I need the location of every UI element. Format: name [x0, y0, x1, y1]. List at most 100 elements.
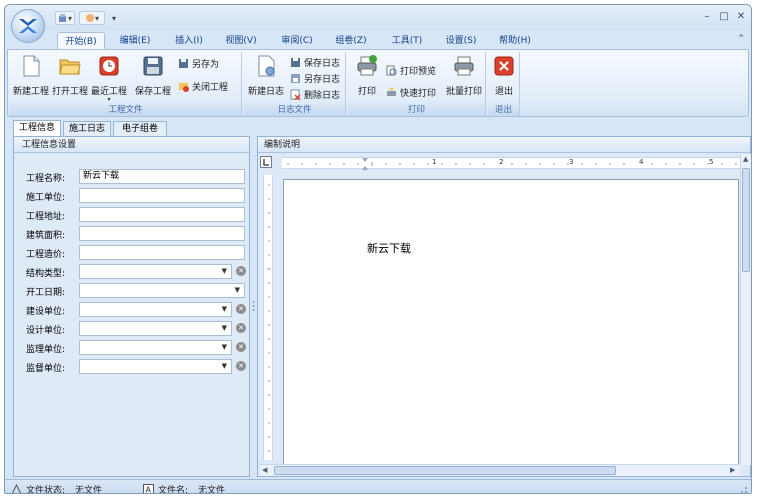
app-logo-icon	[19, 19, 37, 33]
file-status: 文件状态: 无文件	[11, 483, 102, 493]
chevron-down-icon: ▼	[221, 267, 227, 275]
save-log-icon	[291, 58, 300, 67]
hand-icon	[85, 14, 94, 22]
print-button[interactable]: 打印	[350, 53, 384, 97]
print-group-label: 打印	[348, 104, 485, 116]
tab-stop-icon	[263, 159, 269, 166]
structure-type-select[interactable]: ▼	[79, 264, 232, 279]
horizontal-ruler[interactable]: 1 2 3 4 5	[282, 157, 740, 170]
panel-splitter[interactable]	[251, 136, 256, 477]
folder-open-icon	[59, 59, 81, 75]
chevron-down-icon: ▼	[221, 343, 227, 351]
open-project-button[interactable]: 打开工程	[51, 53, 89, 97]
file-name: A 文件名: 无文件	[143, 483, 225, 493]
minimize-button[interactable]: –	[699, 10, 715, 24]
supervision-unit-select[interactable]: ▼	[79, 340, 232, 355]
save-project-button[interactable]: 保存工程	[134, 53, 172, 97]
field-row-developer: 建设单位: ▼ ✕	[22, 302, 246, 317]
field-row-start-date: 开工日期: ▼	[22, 283, 245, 298]
ruler-number: 2	[499, 158, 504, 166]
new-project-button[interactable]: 新建工程	[12, 53, 50, 97]
start-date-picker[interactable]: ▼	[79, 283, 245, 298]
construction-unit-input[interactable]	[79, 188, 245, 203]
tab-settings[interactable]: 设置(S)	[439, 32, 483, 50]
save-log-as-icon	[291, 74, 300, 83]
vertical-ruler[interactable]	[263, 175, 273, 460]
horizontal-scrollbar[interactable]: ◀ ▶	[260, 464, 740, 476]
scroll-up-icon[interactable]: ▲	[743, 155, 748, 163]
tab-edit[interactable]: 编辑(E)	[113, 32, 157, 50]
tab-stop-selector[interactable]	[260, 156, 272, 168]
clear-icon[interactable]: ✕	[236, 361, 246, 371]
new-log-button[interactable]: 新建日志	[246, 53, 286, 97]
vertical-scroll-thumb[interactable]	[742, 168, 750, 272]
clear-icon[interactable]: ✕	[236, 266, 246, 276]
save-log-as-button[interactable]: 另存日志	[290, 72, 340, 85]
developer-select[interactable]: ▼	[79, 302, 232, 317]
app-menu-button[interactable]	[11, 9, 45, 43]
tab-tools[interactable]: 工具(T)	[385, 32, 429, 50]
project-name-input[interactable]: 新云下载	[79, 169, 245, 184]
ruler-number: 4	[639, 158, 644, 166]
delete-log-icon	[290, 89, 301, 100]
project-cost-input[interactable]	[79, 245, 245, 260]
recent-projects-button[interactable]: 最近工程 ▾	[90, 53, 128, 103]
maximize-button[interactable]: □	[716, 10, 732, 24]
print-preview-button[interactable]: 打印预览	[386, 64, 436, 77]
close-project-icon	[179, 83, 189, 92]
document-body-text[interactable]: 新云下载	[367, 240, 411, 256]
design-unit-select[interactable]: ▼	[79, 321, 232, 336]
vertical-scrollbar[interactable]: ▲	[740, 154, 751, 465]
tab-insert[interactable]: 插入(I)	[167, 32, 211, 50]
hand-tool-quick-button[interactable]: ▾	[79, 11, 105, 25]
document-page[interactable]: 新云下载	[283, 179, 739, 466]
tab-compile[interactable]: 组卷(Z)	[329, 32, 373, 50]
exit-group-label: 退出	[488, 104, 519, 116]
resize-grip-icon[interactable]	[739, 485, 748, 493]
ruler-ticks	[287, 158, 737, 170]
scroll-right-icon[interactable]: ▶	[730, 466, 735, 474]
tab-home[interactable]: 开始(B)	[57, 32, 105, 50]
tab-construction-log[interactable]: 施工日志	[63, 121, 111, 136]
customize-quick-access-button[interactable]: ▾	[109, 11, 119, 25]
clear-icon[interactable]: ✕	[236, 342, 246, 352]
undo-quick-button[interactable]: ▾	[55, 11, 75, 25]
save-disk-icon	[143, 56, 163, 76]
clear-icon[interactable]: ✕	[236, 323, 246, 333]
warning-triangle-icon	[11, 484, 22, 493]
close-window-button[interactable]: ✕	[733, 10, 749, 24]
splitter-grip-icon	[252, 301, 255, 311]
quick-print-button[interactable]: 快速打印	[386, 86, 436, 99]
title-bar: ▾ ▾ ▾ – □ ✕	[5, 5, 751, 30]
save-log-button[interactable]: 保存日志	[290, 56, 340, 69]
oversight-unit-select[interactable]: ▼	[79, 359, 232, 374]
tab-view[interactable]: 视图(V)	[219, 32, 263, 50]
tab-review[interactable]: 审阅(C)	[275, 32, 319, 50]
project-address-input[interactable]	[79, 207, 245, 222]
field-row-oversight-unit: 监督单位: ▼ ✕	[22, 359, 246, 374]
close-project-button[interactable]: 关闭工程	[178, 80, 228, 93]
chevron-down-icon: ▼	[221, 362, 227, 370]
building-area-input[interactable]	[79, 226, 245, 241]
clear-icon[interactable]: ✕	[236, 304, 246, 314]
ruler-number: 3	[569, 158, 574, 166]
delete-log-button[interactable]: 删除日志	[290, 88, 340, 101]
print-group: 打印 打印预览 快速打印 批量打印 打印	[348, 52, 486, 116]
project-info-panel: 工程信息设置 工程名称: 新云下载 施工单位: 工程地址: 建筑面积: 工程造价…	[13, 136, 250, 477]
ruler-ticks	[267, 184, 271, 452]
chevron-down-icon: ▼	[221, 324, 227, 332]
collapse-ribbon-button[interactable]: ⌃	[737, 34, 745, 44]
field-row-project-cost: 工程造价:	[22, 245, 245, 260]
chevron-down-icon: ▼	[234, 286, 240, 294]
scroll-left-icon[interactable]: ◀	[262, 466, 267, 474]
app-window: ▾ ▾ ▾ – □ ✕ 开始(B) 编辑(E) 插入(I) 视图(V) 审阅(C…	[4, 4, 752, 494]
batch-print-button[interactable]: 批量打印	[444, 53, 484, 97]
exit-button[interactable]: 退出	[489, 53, 519, 97]
tab-project-info[interactable]: 工程信息	[13, 120, 61, 136]
save-as-button[interactable]: 另存为	[178, 57, 219, 70]
tab-electronic-archive[interactable]: 电子组卷	[113, 121, 167, 136]
horizontal-scroll-thumb[interactable]	[274, 466, 616, 475]
ribbon-tabs: 开始(B) 编辑(E) 插入(I) 视图(V) 审阅(C) 组卷(Z) 工具(T…	[51, 30, 751, 50]
tab-help[interactable]: 帮助(H)	[493, 32, 537, 50]
compile-notes-panel: 编制说明 1 2 3 4 5 新云下载 ▲ ◀ ▶	[257, 136, 751, 477]
